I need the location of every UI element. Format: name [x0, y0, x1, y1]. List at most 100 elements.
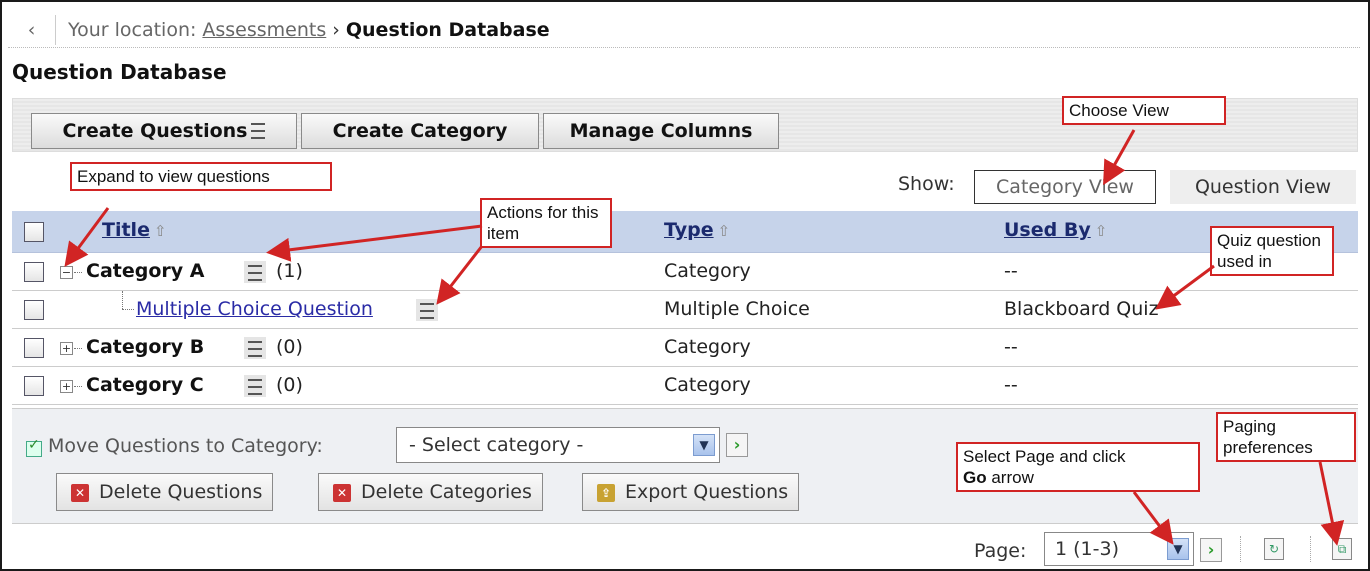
title-header-label: Title — [102, 219, 150, 241]
sort-icon: ⇧ — [1094, 222, 1108, 240]
select-all-checkbox[interactable] — [24, 222, 44, 242]
tree-connector — [74, 386, 82, 387]
table-row: + Category B (0) Category -- — [12, 329, 1358, 367]
breadcrumb-label: Your location: — [68, 18, 197, 41]
category-title: Category C — [86, 374, 204, 396]
tree-connector — [122, 291, 123, 309]
breadcrumb-link-assessments[interactable]: Assessments — [202, 19, 326, 41]
callout-paging: Paging preferences — [1216, 412, 1356, 462]
breadcrumb: ‹ Your location: Assessments › Question … — [8, 12, 1360, 48]
show-label: Show: — [898, 173, 955, 195]
callout-go-word: Go — [963, 468, 987, 487]
type-cell: Category — [664, 374, 751, 396]
sort-icon: ⇧ — [153, 222, 167, 240]
export-icon: ⇪ — [597, 484, 615, 502]
page-select[interactable]: 1 (1-3) ▼ — [1044, 532, 1194, 566]
paging-preferences-icon[interactable]: ⧉ — [1332, 538, 1352, 560]
used-by-header-label: Used By — [1004, 219, 1091, 241]
row-checkbox[interactable] — [24, 300, 44, 320]
delete-questions-label: Delete Questions — [99, 481, 263, 503]
type-cell: Category — [664, 260, 751, 282]
item-count: (1) — [276, 260, 303, 282]
menu-icon — [251, 123, 266, 139]
used-by-cell: Blackboard Quiz — [1004, 298, 1159, 320]
type-header-label: Type — [664, 219, 714, 241]
delete-questions-button[interactable]: ✕ Delete Questions — [56, 473, 274, 511]
callout-select-page-text: Select Page and click — [963, 447, 1126, 466]
used-by-cell: -- — [1004, 336, 1018, 358]
row-checkbox[interactable] — [24, 262, 44, 282]
row-checkbox[interactable] — [24, 376, 44, 396]
callout-select-page-tail: arrow — [986, 468, 1034, 487]
category-select-value: - Select category - — [409, 434, 584, 456]
menu-icon — [248, 341, 262, 357]
callout-expand: Expand to view questions — [70, 162, 332, 191]
question-table: Title ⇧ Type ⇧ Used By ⇧ − Category A (1) C… — [12, 211, 1358, 405]
page-go-button[interactable]: › — [1200, 538, 1222, 562]
callout-choose-view: Choose View — [1062, 96, 1226, 125]
row-checkbox[interactable] — [24, 338, 44, 358]
tree-connector — [74, 272, 82, 273]
page-select-value: 1 (1-3) — [1055, 538, 1119, 560]
question-view-tab[interactable]: Question View — [1170, 170, 1356, 204]
menu-icon — [248, 379, 262, 395]
create-category-button[interactable]: Create Category — [301, 113, 539, 149]
sort-icon: ⇧ — [717, 222, 731, 240]
type-cell: Multiple Choice — [664, 298, 810, 320]
category-title: Category A — [86, 260, 205, 282]
delete-icon: ✕ — [333, 484, 351, 502]
item-actions-button[interactable] — [244, 337, 266, 359]
page-title: Question Database — [12, 60, 227, 84]
title-column-header[interactable]: Title ⇧ — [102, 219, 167, 241]
used-by-cell: -- — [1004, 374, 1018, 396]
callout-quiz-used: Quiz question used in — [1210, 226, 1334, 276]
tree-connector — [74, 348, 82, 349]
item-actions-button[interactable] — [416, 299, 438, 321]
delete-categories-label: Delete Categories — [361, 481, 532, 503]
used-by-cell: -- — [1004, 260, 1018, 282]
type-cell: Category — [664, 336, 751, 358]
create-questions-button[interactable]: Create Questions — [31, 113, 297, 149]
export-questions-button[interactable]: ⇪ Export Questions — [582, 473, 800, 511]
refresh-page-icon[interactable]: ↻ — [1264, 538, 1284, 560]
item-count: (0) — [276, 336, 303, 358]
page-label: Page: — [974, 540, 1027, 562]
table-row: + Category C (0) Category -- — [12, 367, 1358, 405]
expand-icon[interactable]: + — [60, 342, 73, 355]
expand-icon[interactable]: + — [60, 380, 73, 393]
collapse-icon[interactable]: − — [60, 266, 73, 279]
divider — [1240, 536, 1241, 562]
table-header: Title ⇧ Type ⇧ Used By ⇧ — [12, 211, 1358, 253]
breadcrumb-separator: › — [332, 18, 340, 41]
item-actions-button[interactable] — [244, 261, 266, 283]
table-row: Multiple Choice Question Multiple Choice… — [12, 291, 1358, 329]
question-title-link[interactable]: Multiple Choice Question — [136, 298, 373, 320]
question-link-text[interactable]: Multiple Choice Question — [136, 298, 373, 320]
manage-columns-button[interactable]: Manage Columns — [543, 113, 779, 149]
category-select[interactable]: - Select category - ▼ — [396, 427, 720, 463]
item-count: (0) — [276, 374, 303, 396]
table-row: − Category A (1) Category -- — [12, 253, 1358, 291]
breadcrumb-current: Question Database — [345, 18, 550, 41]
used-by-column-header[interactable]: Used By ⇧ — [1004, 219, 1107, 241]
manage-columns-label: Manage Columns — [569, 120, 753, 142]
divider — [1310, 536, 1311, 562]
delete-icon: ✕ — [71, 484, 89, 502]
category-view-tab[interactable]: Category View — [974, 170, 1156, 204]
item-actions-button[interactable] — [244, 375, 266, 397]
type-column-header[interactable]: Type ⇧ — [664, 219, 730, 241]
move-go-button[interactable]: › — [726, 433, 748, 457]
menu-icon — [248, 265, 262, 281]
create-questions-label: Create Questions — [62, 120, 248, 142]
callout-select-page: Select Page and click Go arrow — [956, 442, 1200, 492]
checkmark-icon — [26, 437, 42, 457]
create-category-label: Create Category — [332, 120, 508, 142]
delete-categories-button[interactable]: ✕ Delete Categories — [318, 473, 543, 511]
export-questions-label: Export Questions — [625, 481, 789, 503]
back-icon[interactable]: ‹ — [8, 14, 56, 45]
category-title: Category B — [86, 336, 205, 358]
chevron-down-icon[interactable]: ▼ — [1167, 538, 1189, 560]
chevron-down-icon[interactable]: ▼ — [693, 434, 715, 456]
callout-actions: Actions for this item — [480, 198, 612, 248]
move-questions-label: Move Questions to Category: — [48, 435, 323, 457]
